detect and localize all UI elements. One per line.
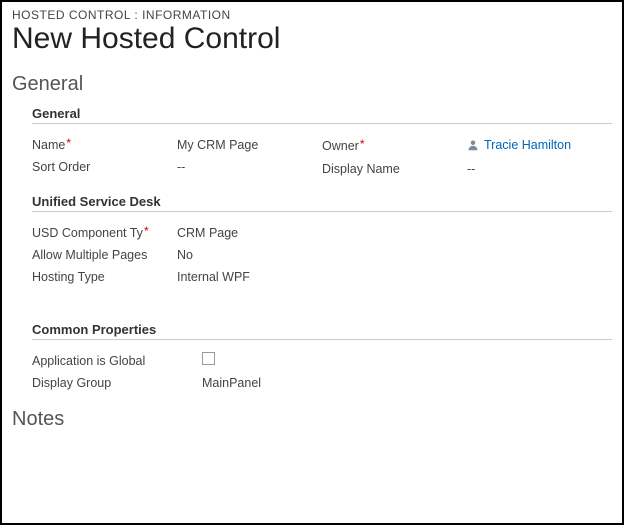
required-icon: * — [144, 224, 149, 238]
field-display-group-value[interactable]: MainPanel — [202, 372, 322, 394]
field-app-is-global[interactable]: Application is Global — [32, 350, 322, 372]
required-icon: * — [360, 137, 365, 151]
field-sort-order-value[interactable]: -- — [177, 156, 322, 178]
form-frame: HOSTED CONTROL : INFORMATION New Hosted … — [0, 0, 624, 525]
section-common-title: Common Properties — [32, 322, 612, 340]
field-name-label: Name* — [32, 134, 177, 156]
field-allow-multiple[interactable]: Allow Multiple Pages No — [32, 244, 322, 266]
section-usd-title: Unified Service Desk — [32, 194, 612, 212]
field-display-name-label: Display Name — [322, 158, 467, 180]
field-owner-label: Owner* — [322, 135, 467, 157]
field-allow-multiple-label: Allow Multiple Pages — [32, 244, 177, 266]
section-general: General Name* My CRM Page Sort Order -- … — [32, 106, 612, 180]
field-hosting-type-label: Hosting Type — [32, 266, 177, 288]
tab-general[interactable]: General — [12, 73, 612, 96]
page-title: New Hosted Control — [12, 22, 612, 55]
field-component-type-label: USD Component Ty* — [32, 222, 177, 244]
field-name[interactable]: Name* My CRM Page — [32, 134, 322, 156]
field-component-type-value[interactable]: CRM Page — [177, 222, 322, 244]
person-icon — [467, 139, 479, 151]
field-sort-order-label: Sort Order — [32, 156, 177, 178]
app-is-global-checkbox[interactable] — [202, 352, 215, 365]
section-usd: Unified Service Desk USD Component Ty* C… — [32, 194, 612, 288]
field-display-group[interactable]: Display Group MainPanel — [32, 372, 322, 394]
field-name-value[interactable]: My CRM Page — [177, 134, 322, 156]
field-sort-order[interactable]: Sort Order -- — [32, 156, 322, 178]
field-owner[interactable]: Owner* Tracie Hamilton — [322, 134, 612, 158]
breadcrumb: HOSTED CONTROL : INFORMATION — [12, 8, 612, 22]
owner-link[interactable]: Tracie Hamilton — [484, 134, 571, 156]
field-display-name[interactable]: Display Name -- — [322, 158, 612, 180]
section-general-title: General — [32, 106, 612, 124]
field-hosting-type[interactable]: Hosting Type Internal WPF — [32, 266, 322, 288]
field-hosting-type-value[interactable]: Internal WPF — [177, 266, 322, 288]
field-allow-multiple-value[interactable]: No — [177, 244, 322, 266]
field-app-is-global-label: Application is Global — [32, 350, 202, 372]
tab-notes[interactable]: Notes — [12, 408, 612, 431]
field-display-group-label: Display Group — [32, 372, 202, 394]
field-display-name-value[interactable]: -- — [467, 158, 612, 180]
required-icon: * — [66, 136, 71, 150]
section-common: Common Properties Application is Global … — [32, 322, 612, 394]
field-component-type[interactable]: USD Component Ty* CRM Page — [32, 222, 322, 244]
